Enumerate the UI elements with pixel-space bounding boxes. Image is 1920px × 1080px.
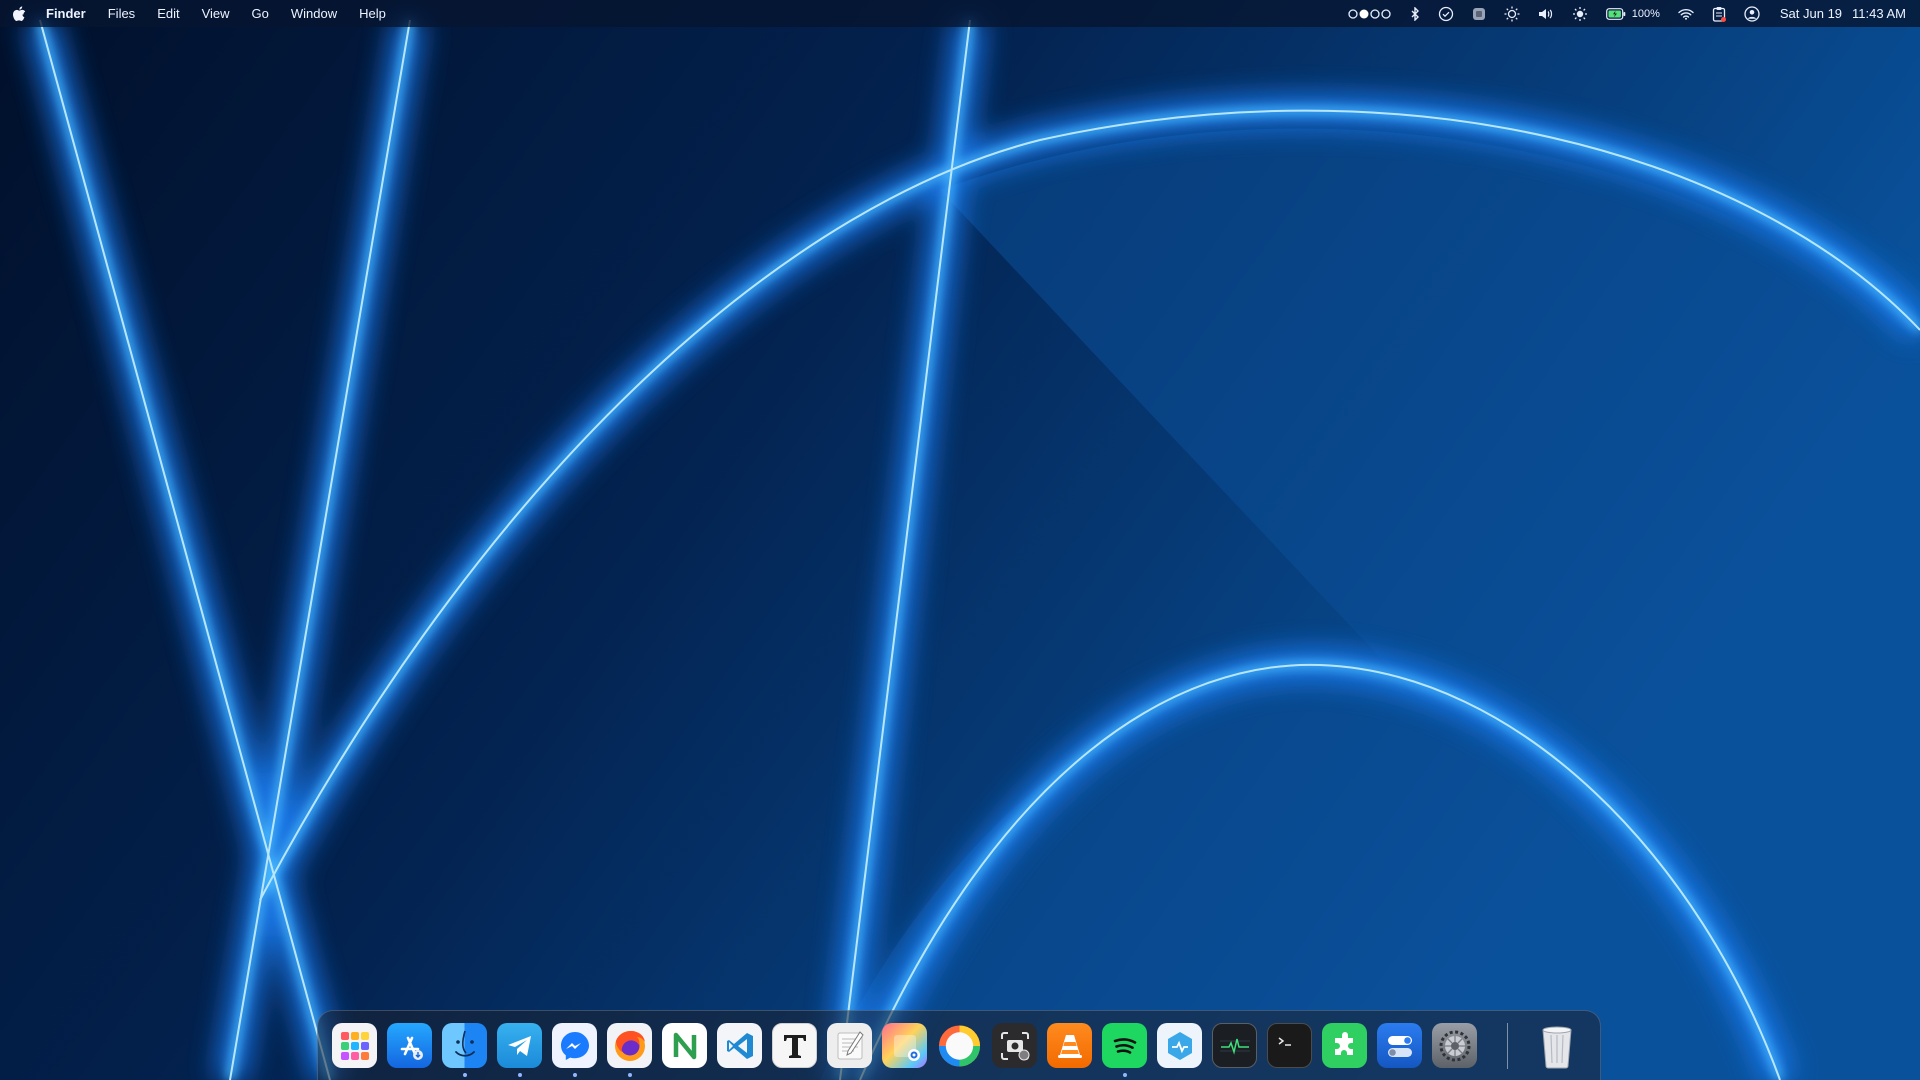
messenger-icon [560, 1031, 589, 1060]
menu-bar: Finder Files Edit View Go Window Help 10… [0, 0, 1920, 27]
clock-time: 11:43 AM [1852, 6, 1906, 21]
dock-app-vlc[interactable] [1047, 1023, 1092, 1068]
app-store-icon [400, 1036, 423, 1060]
dock-app-toggle-settings[interactable] [1377, 1023, 1422, 1068]
dock-app-typora[interactable] [772, 1023, 817, 1068]
running-indicator [1122, 1073, 1127, 1077]
dock-app-terminal[interactable] [1267, 1023, 1312, 1068]
activity-monitor-icon [1219, 1038, 1250, 1055]
dock-app-firefox[interactable] [607, 1023, 652, 1077]
dock-app-telegram[interactable] [497, 1023, 542, 1077]
system-info-icon [1167, 1031, 1192, 1060]
menu-app-name[interactable]: Finder [46, 6, 86, 21]
terminal-icon [1278, 1036, 1291, 1046]
screen-record-icon[interactable] [1472, 0, 1486, 27]
user-account-icon[interactable] [1744, 0, 1760, 27]
battery-icon[interactable]: 100% [1605, 0, 1660, 27]
vscode-icon [726, 1032, 753, 1059]
menu-bar-status: 100% Sat Jun 19 11:43 AM [1330, 0, 1906, 27]
browser-circle-icon [938, 1024, 981, 1067]
typora-icon [783, 1034, 806, 1058]
gear-icon [1439, 1030, 1470, 1061]
dock-app-messenger[interactable] [552, 1023, 597, 1077]
dock-app-browser-circle[interactable] [937, 1023, 982, 1068]
firefox-icon [614, 1030, 645, 1061]
clipboard-icon[interactable] [1712, 0, 1726, 27]
finder-icon [454, 1030, 475, 1057]
dock-app-activity-monitor[interactable] [1212, 1023, 1257, 1068]
puzzle-piece-icon [1334, 1031, 1353, 1055]
running-indicator [517, 1073, 522, 1077]
menu-go[interactable]: Go [252, 6, 269, 21]
night-light-icon[interactable] [1572, 0, 1588, 27]
spotify-icon [1113, 1037, 1136, 1054]
dock-app-photo-viewer[interactable] [882, 1023, 927, 1068]
dock-separator [1507, 1022, 1508, 1069]
menu-help[interactable]: Help [359, 6, 386, 21]
battery-percentage: 100% [1631, 7, 1660, 20]
clock-date: Sat Jun 19 [1779, 6, 1843, 21]
screenshot-icon [1000, 1031, 1029, 1060]
running-indicator [462, 1073, 467, 1077]
dock-app-text-editor[interactable] [827, 1023, 872, 1068]
apple-logo-icon[interactable] [12, 5, 26, 22]
checkmark-circle-icon[interactable] [1438, 0, 1454, 27]
clock[interactable]: Sat Jun 19 11:43 AM [1780, 6, 1906, 21]
dock-app-system-settings[interactable] [1432, 1023, 1477, 1068]
menu-window[interactable]: Window [291, 6, 337, 21]
workspace-dots-icon[interactable] [1348, 0, 1392, 27]
menu-view[interactable]: View [202, 6, 230, 21]
dock-app-spotify[interactable] [1102, 1023, 1147, 1077]
toggle-switches-icon [1387, 1035, 1412, 1057]
dock-app-system-info[interactable] [1157, 1023, 1202, 1068]
vlc-icon [1057, 1034, 1082, 1058]
dock-app-visual-studio-code[interactable] [717, 1023, 762, 1068]
wifi-icon[interactable] [1678, 0, 1694, 27]
menu-bar-left: Finder Files Edit View Go Window Help [12, 0, 408, 27]
running-indicator [627, 1073, 632, 1077]
dock-app-screenshot[interactable] [992, 1023, 1037, 1068]
desktop-wallpaper [0, 0, 1920, 1080]
photo-viewer-icon [893, 1034, 920, 1061]
text-editor-icon [837, 1030, 864, 1059]
bluetooth-icon[interactable] [1410, 0, 1420, 27]
dock-app-launchpad[interactable] [332, 1023, 377, 1068]
running-indicator [572, 1073, 577, 1077]
menu-files[interactable]: Files [108, 6, 135, 21]
brightness-icon[interactable] [1504, 0, 1520, 27]
menu-edit[interactable]: Edit [157, 6, 179, 21]
volume-icon[interactable] [1538, 0, 1554, 27]
dock-app-finder[interactable] [442, 1023, 487, 1077]
dock-app-extensions[interactable] [1322, 1023, 1367, 1068]
trash-icon [1541, 1026, 1572, 1068]
telegram-icon [507, 1035, 531, 1056]
n-app-icon [673, 1032, 696, 1059]
launchpad-icon [340, 1031, 369, 1060]
dock [317, 1010, 1601, 1080]
dock-trash[interactable] [1534, 1023, 1579, 1068]
dock-app-notion-like-n[interactable] [662, 1023, 707, 1068]
dock-app-app-store[interactable] [387, 1023, 432, 1068]
